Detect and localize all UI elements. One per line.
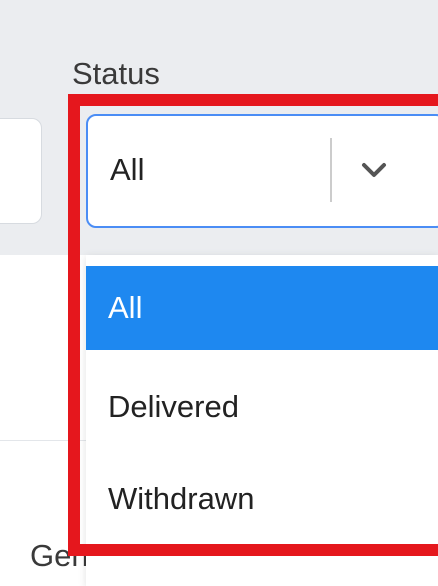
status-dropdown-menu: All Delivered Withdrawn (86, 255, 438, 586)
status-filter-screen: General Status All All Delivered Withdra… (0, 0, 438, 586)
chevron-down-icon[interactable] (354, 150, 394, 190)
status-select[interactable]: All (86, 114, 438, 228)
select-separator (330, 138, 332, 202)
status-filter-label: Status (72, 56, 160, 91)
status-option-delivered[interactable]: Delivered (86, 365, 438, 449)
adjacent-filter-input[interactable] (0, 118, 42, 224)
status-option-all[interactable]: All (86, 266, 438, 350)
status-select-value: All (110, 152, 145, 187)
status-option-withdrawn[interactable]: Withdrawn (86, 457, 438, 541)
